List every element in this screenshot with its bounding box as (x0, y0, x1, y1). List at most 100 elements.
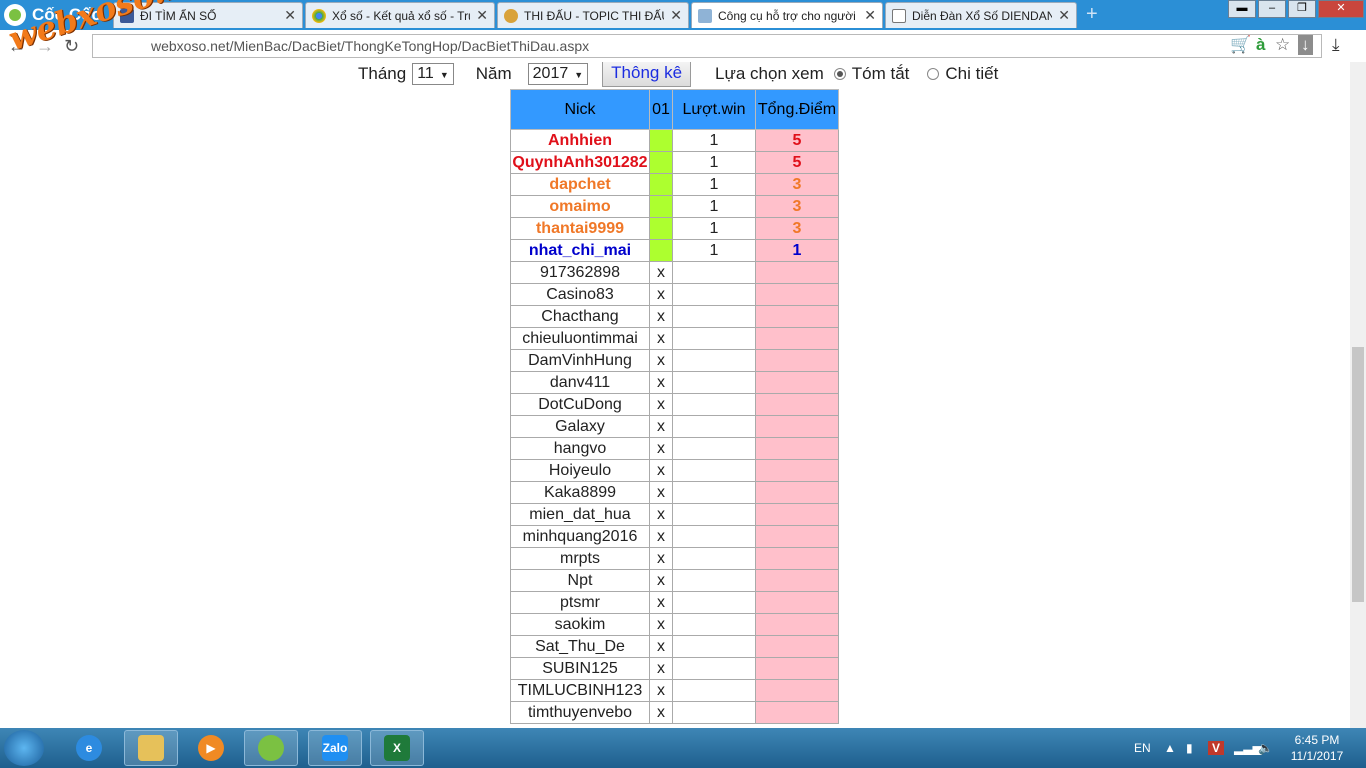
close-icon[interactable]: ✕ (284, 7, 296, 24)
nick-cell[interactable]: chieuluontimmai (510, 327, 650, 350)
nick-cell[interactable]: mrpts (510, 547, 650, 570)
table-row: saokim x (510, 613, 839, 636)
wins-cell (672, 591, 756, 614)
table-row: ptsmr x (510, 591, 839, 614)
nick-cell[interactable]: saokim (510, 613, 650, 636)
menu-icon[interactable]: ▬ (1228, 0, 1256, 18)
nick-cell[interactable]: danv411 (510, 371, 650, 394)
nick-cell[interactable]: mien_dat_hua (510, 503, 650, 526)
header-nick: Nick (510, 89, 650, 130)
mark-cell: x (649, 459, 673, 482)
wins-cell (672, 437, 756, 460)
scrollbar-thumb[interactable] (1352, 347, 1364, 602)
points-cell (755, 261, 839, 284)
nick-cell[interactable]: 917362898 (510, 261, 650, 284)
close-icon[interactable]: ✕ (1058, 7, 1070, 24)
media-player-icon[interactable]: ▶ (184, 730, 238, 766)
mark-cell: x (649, 679, 673, 702)
nick-cell[interactable]: Npt (510, 569, 650, 592)
points-cell (755, 437, 839, 460)
typing-icon[interactable]: à (1256, 35, 1265, 55)
nick-cell[interactable]: hangvo (510, 437, 650, 460)
table-row: omaimo 1 3 (510, 195, 839, 218)
nick-cell[interactable]: ptsmr (510, 591, 650, 614)
wins-cell (672, 679, 756, 702)
nick-cell[interactable]: Kaka8899 (510, 481, 650, 504)
file-explorer-icon[interactable] (124, 730, 178, 766)
nick-cell[interactable]: thantai9999 (510, 217, 650, 240)
points-cell (755, 459, 839, 482)
tab-thi-dau[interactable]: THI ĐẤU - TOPIC THI ĐẤU ✕ (497, 2, 689, 28)
close-icon[interactable]: ✕ (670, 7, 682, 24)
excel-icon[interactable]: X (370, 730, 424, 766)
nick-cell[interactable]: SUBIN125 (510, 657, 650, 680)
wins-cell (672, 327, 756, 350)
nick-cell[interactable]: Galaxy (510, 415, 650, 438)
coccoc-icon[interactable] (244, 730, 298, 766)
address-bar[interactable]: webxoso.net/MienBac/DacBiet/ThongKeTongH… (92, 34, 1322, 58)
nick-cell[interactable]: TIMLUCBINH123 (510, 679, 650, 702)
system-clock[interactable]: 6:45 PM 11/1/2017 (1286, 732, 1348, 764)
table-row: QuynhAnh301282 1 5 (510, 151, 839, 174)
nick-cell[interactable]: nhat_chi_mai (510, 239, 650, 262)
table-row: dapchet 1 3 (510, 173, 839, 196)
mark-cell: x (649, 525, 673, 548)
tab-xoso[interactable]: Xổ số - Kết quả xổ số - Trự ✕ (305, 2, 495, 28)
radio-summary[interactable] (833, 68, 846, 80)
table-row: timthuyenvebo x (510, 701, 839, 724)
points-cell (755, 679, 839, 702)
wins-cell (672, 261, 756, 284)
show-hidden-icons[interactable]: ▲ (1164, 728, 1176, 768)
points-cell: 3 (755, 217, 839, 240)
nick-cell[interactable]: Sat_Thu_De (510, 635, 650, 658)
zalo-icon[interactable]: Zalo (308, 730, 362, 766)
wins-cell (672, 525, 756, 548)
language-indicator[interactable]: EN (1134, 728, 1151, 768)
table-row: DotCuDong x (510, 393, 839, 416)
vertical-scrollbar[interactable] (1350, 62, 1366, 728)
nick-cell[interactable]: minhquang2016 (510, 525, 650, 548)
wins-cell (672, 305, 756, 328)
nick-cell[interactable]: Casino83 (510, 283, 650, 306)
new-tab-button[interactable]: + (1086, 4, 1102, 24)
nick-cell[interactable]: Hoiyeulo (510, 459, 650, 482)
thong-ke-button[interactable]: Thông kê (602, 62, 692, 87)
close-icon[interactable]: ✕ (476, 7, 488, 24)
bookmark-star-icon[interactable]: ☆ (1275, 35, 1290, 55)
nick-cell[interactable]: omaimo (510, 195, 650, 218)
filter-bar: Tháng 11 ▼ Năm 2017 ▼ Thông kê Lựa chọn xe… (358, 62, 998, 87)
radio-detail[interactable] (927, 68, 940, 80)
tab-title: Xổ số - Kết quả xổ số - Trự (332, 8, 471, 23)
start-button[interactable] (4, 730, 44, 766)
wins-cell (672, 349, 756, 372)
nick-cell[interactable]: QuynhAnh301282 (510, 151, 650, 174)
tab-title: THI ĐẤU - TOPIC THI ĐẤU (524, 8, 665, 23)
close-window-button[interactable]: ✕ (1318, 0, 1364, 18)
nick-cell[interactable]: Chacthang (510, 305, 650, 328)
minimize-button[interactable]: – (1258, 0, 1286, 18)
nick-cell[interactable]: timthuyenvebo (510, 701, 650, 724)
table-row: danv411 x (510, 371, 839, 394)
antivirus-icon[interactable]: V (1208, 728, 1225, 768)
download-savior-icon[interactable]: ↓ (1298, 35, 1313, 55)
month-select[interactable]: 11 ▼ (412, 63, 454, 85)
tab-dien-dan[interactable]: Diễn Đàn Xổ Số DIENDAN ✕ (885, 2, 1077, 28)
summary-label[interactable]: Tóm tắt (852, 64, 910, 84)
mark-cell: x (649, 415, 673, 438)
close-icon[interactable]: ✕ (864, 7, 876, 24)
nick-cell[interactable]: Anhhien (510, 129, 650, 152)
mark-cell: x (649, 591, 673, 614)
downloads-icon[interactable]: ⤓ (1332, 35, 1340, 55)
maximize-button[interactable]: ❐ (1288, 0, 1316, 18)
year-select[interactable]: 2017 ▼ (527, 63, 589, 85)
shopping-cart-icon[interactable]: 🛒 (1230, 35, 1251, 55)
nick-cell[interactable]: dapchet (510, 173, 650, 196)
nick-cell[interactable]: DamVinhHung (510, 349, 650, 372)
internet-explorer-icon[interactable]: e (62, 730, 116, 766)
nick-cell[interactable]: DotCuDong (510, 393, 650, 416)
tab-cong-cu[interactable]: Công cụ hỗ trợ cho người ✕ (691, 2, 883, 28)
detail-label[interactable]: Chi tiết (945, 64, 998, 84)
table-row: mrpts x (510, 547, 839, 570)
volume-icon[interactable]: 🔈 (1258, 728, 1273, 768)
power-icon[interactable]: ▮ (1186, 728, 1193, 768)
